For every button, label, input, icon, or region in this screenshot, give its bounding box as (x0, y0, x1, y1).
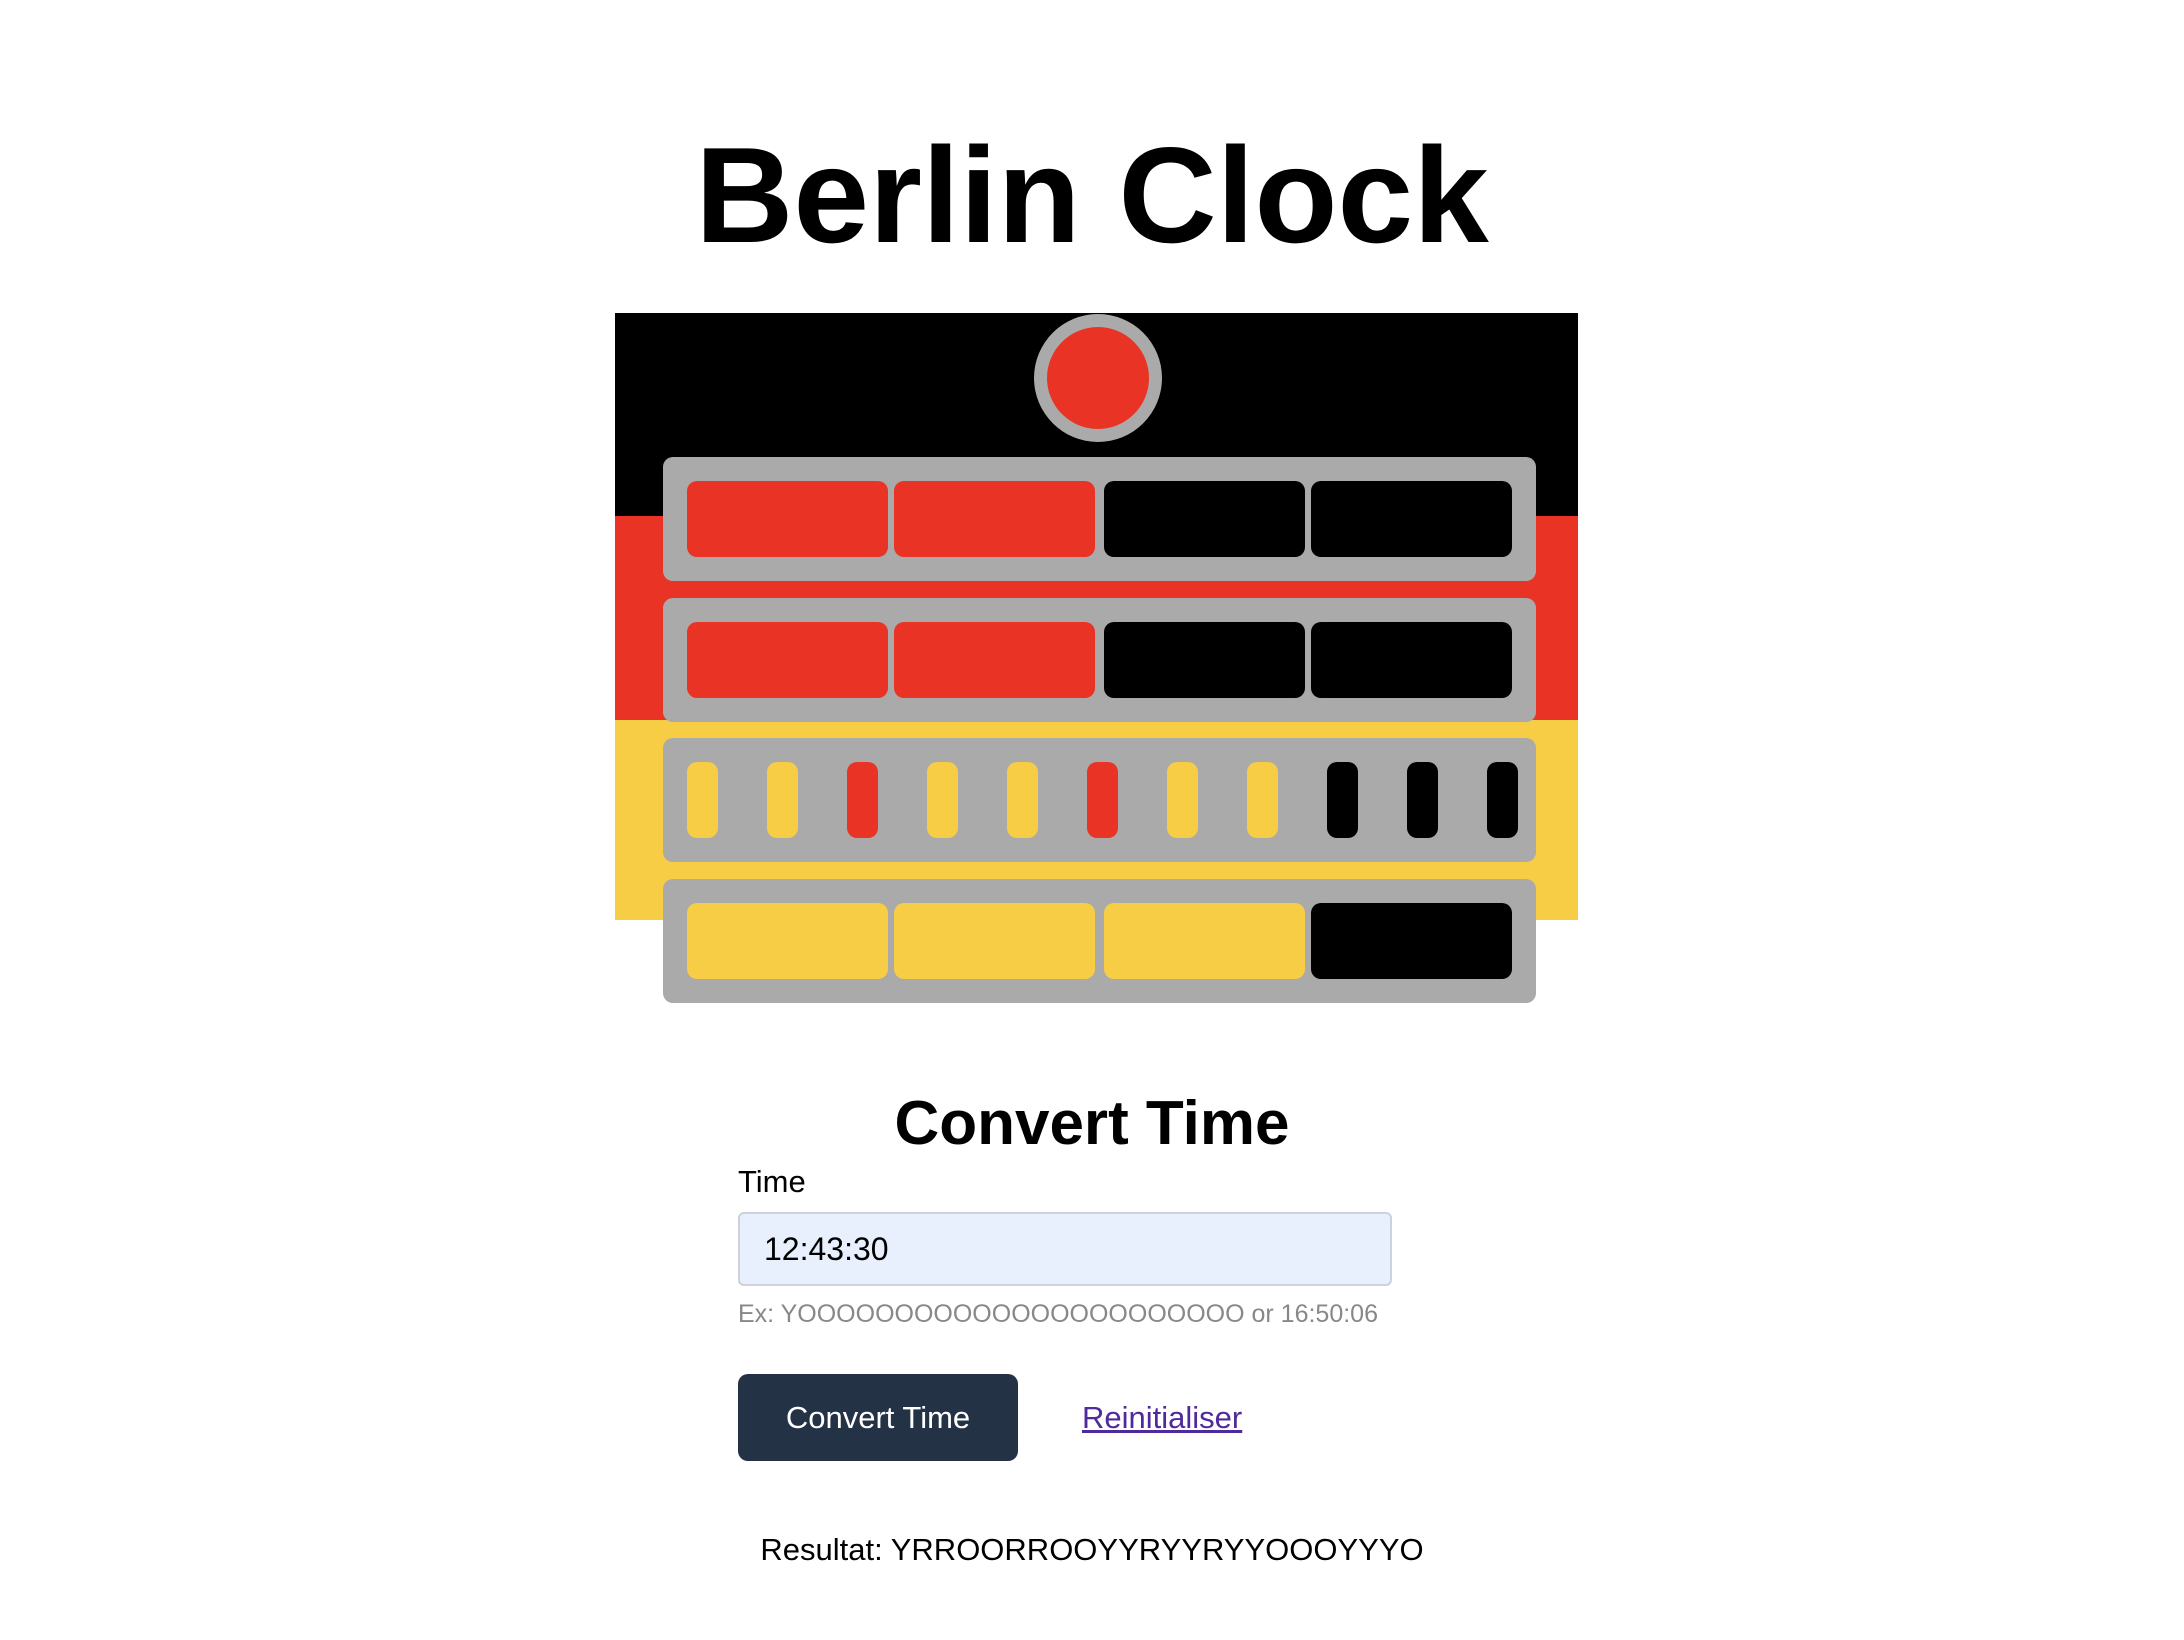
seconds-lamp-frame (1034, 314, 1162, 442)
five-minutes-lamp-5 (1007, 762, 1038, 838)
five-minutes-lamp-3 (847, 762, 878, 838)
five-minutes-lamp-1 (687, 762, 718, 838)
time-input-hint: Ex: YOOOOOOOOOOOOOOOOOOOOOOO or 16:50:06 (738, 1300, 1378, 1328)
result-text: Resultat: YRROORROOYYRYYRYYOOOYYYO (760, 1532, 1424, 1567)
single-hours-lamp-2 (894, 622, 1095, 698)
convert-section-title: Convert Time (894, 1089, 1290, 1159)
single-minutes-row (663, 879, 1536, 1003)
convert-time-button[interactable]: Convert Time (738, 1374, 1018, 1461)
single-minutes-lamp-1 (687, 903, 888, 979)
five-minutes-row (663, 738, 1536, 862)
five-minutes-lamp-6 (1087, 762, 1118, 838)
five-minutes-lamp-9 (1327, 762, 1358, 838)
single-minutes-lamp-2 (894, 903, 1095, 979)
five-minutes-lamp-2 (767, 762, 798, 838)
time-input[interactable] (738, 1212, 1392, 1286)
convert-form: Time Ex: YOOOOOOOOOOOOOOOOOOOOOOO or 16:… (738, 1162, 1538, 1461)
five-hours-lamp-1 (687, 481, 888, 557)
single-hours-lamp-1 (687, 622, 888, 698)
single-hours-lamp-4 (1311, 622, 1512, 698)
single-hours-row (663, 598, 1536, 722)
page: Berlin Clock Convert Time Time 12:43:30 … (0, 0, 2184, 1640)
five-minutes-lamp-11 (1487, 762, 1518, 838)
five-minutes-lamp-7 (1167, 762, 1198, 838)
form-actions: Convert Time Reinitialiser (738, 1374, 1538, 1461)
five-minutes-lamp-4 (927, 762, 958, 838)
five-hours-lamp-4 (1311, 481, 1512, 557)
five-hours-row (663, 457, 1536, 581)
five-hours-lamp-2 (894, 481, 1095, 557)
single-minutes-lamp-3 (1104, 903, 1305, 979)
seconds-lamp (1047, 327, 1149, 429)
five-hours-lamp-3 (1104, 481, 1305, 557)
five-minutes-lamp-8 (1247, 762, 1278, 838)
reset-link[interactable]: Reinitialiser (1082, 1398, 1242, 1438)
single-hours-lamp-3 (1104, 622, 1305, 698)
page-title: Berlin Clock (695, 119, 1489, 271)
single-minutes-lamp-4 (1311, 903, 1512, 979)
five-minutes-lamp-10 (1407, 762, 1438, 838)
time-field-label: Time (738, 1164, 806, 1199)
